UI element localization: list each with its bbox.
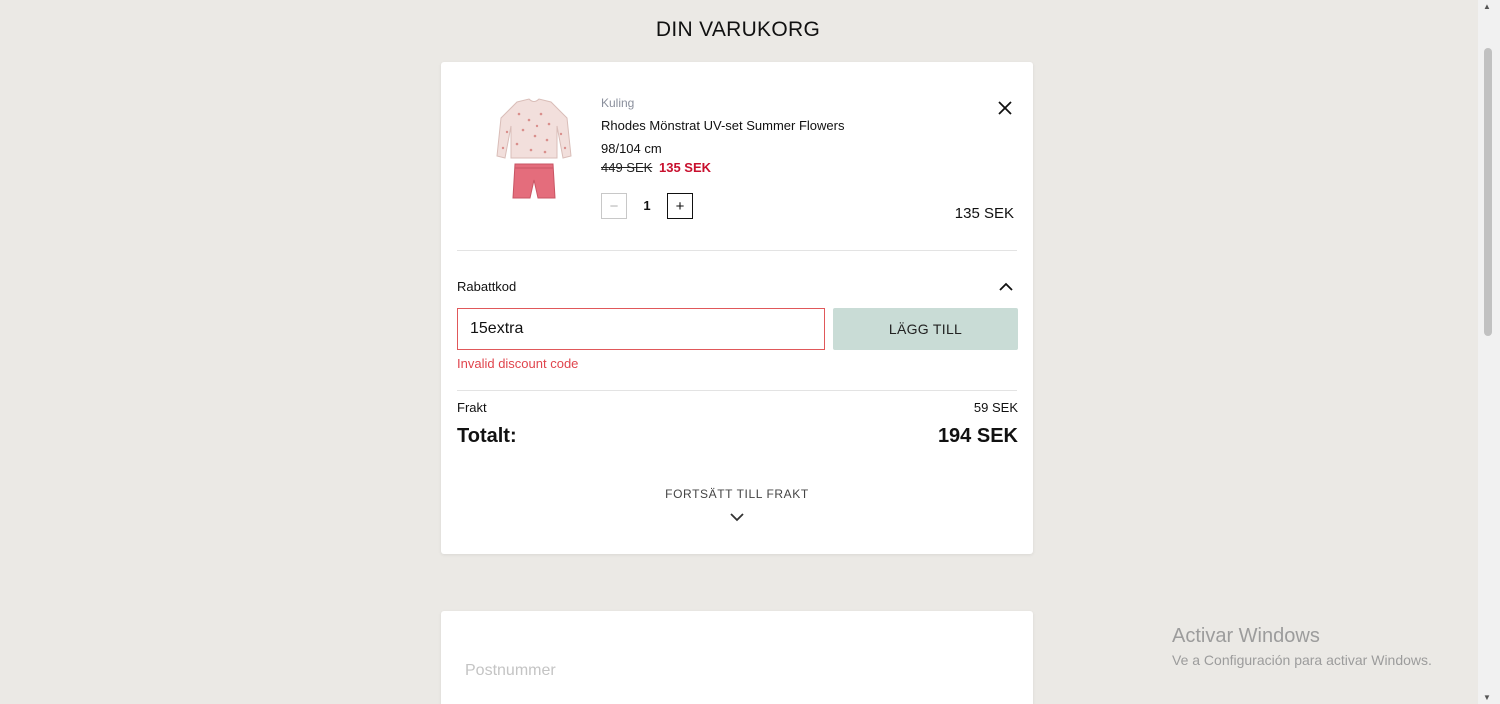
watermark-subtitle: Ve a Configuración para activar Windows. xyxy=(1172,652,1432,668)
chevron-down-icon[interactable] xyxy=(729,511,745,523)
total-value: 194 SEK xyxy=(937,425,1018,447)
remove-item-button[interactable] xyxy=(994,97,1016,119)
decrease-quantity-button[interactable]: − xyxy=(601,193,627,219)
chevron-up-icon xyxy=(999,282,1013,291)
address-card xyxy=(441,611,1033,704)
quantity-value: 1 xyxy=(643,198,651,213)
close-icon xyxy=(998,101,1012,115)
continue-to-shipping-button[interactable]: FORTSÄTT TILL FRAKT xyxy=(441,487,1033,501)
total-label: Totalt: xyxy=(457,425,517,447)
apply-discount-button[interactable]: LÄGG TILL xyxy=(833,308,1018,350)
scroll-down-arrow-icon[interactable]: ▼ xyxy=(1483,693,1491,702)
discount-code-input[interactable] xyxy=(457,308,825,350)
vertical-scrollbar[interactable]: ▲ ▼ xyxy=(1478,0,1500,704)
sale-price: 135 SEK xyxy=(659,160,712,175)
product-name[interactable]: Rhodes Mönstrat UV-set Summer Flowers xyxy=(601,118,844,133)
increase-quantity-button[interactable]: + xyxy=(667,193,693,219)
discount-error-message: Invalid discount code xyxy=(457,356,579,371)
page-title: DIN VARUKORG xyxy=(655,18,821,41)
original-price: 449 SEK xyxy=(601,160,653,175)
scroll-up-arrow-icon[interactable]: ▲ xyxy=(1483,2,1491,11)
product-brand: Kuling xyxy=(601,96,635,110)
shipping-value: 59 SEK xyxy=(973,400,1018,415)
divider xyxy=(457,250,1017,251)
discount-toggle-button[interactable] xyxy=(997,279,1015,293)
minus-icon: − xyxy=(609,197,619,215)
discount-label: Rabattkod xyxy=(457,279,517,294)
watermark-title: Activar Windows xyxy=(1172,625,1320,647)
divider xyxy=(457,390,1017,391)
product-image[interactable] xyxy=(489,96,579,206)
product-size: 98/104 cm xyxy=(601,141,662,156)
plus-icon: + xyxy=(675,197,685,215)
postcode-input[interactable] xyxy=(465,659,1009,683)
line-total: 135 SEK xyxy=(954,205,1014,222)
cart-card: Kuling Rhodes Mönstrat UV-set Summer Flo… xyxy=(441,62,1033,554)
shipping-label: Frakt xyxy=(457,400,487,415)
windows-activation-watermark: Activar Windows Ve a Configuración para … xyxy=(1172,625,1432,668)
scrollbar-thumb[interactable] xyxy=(1484,48,1492,336)
